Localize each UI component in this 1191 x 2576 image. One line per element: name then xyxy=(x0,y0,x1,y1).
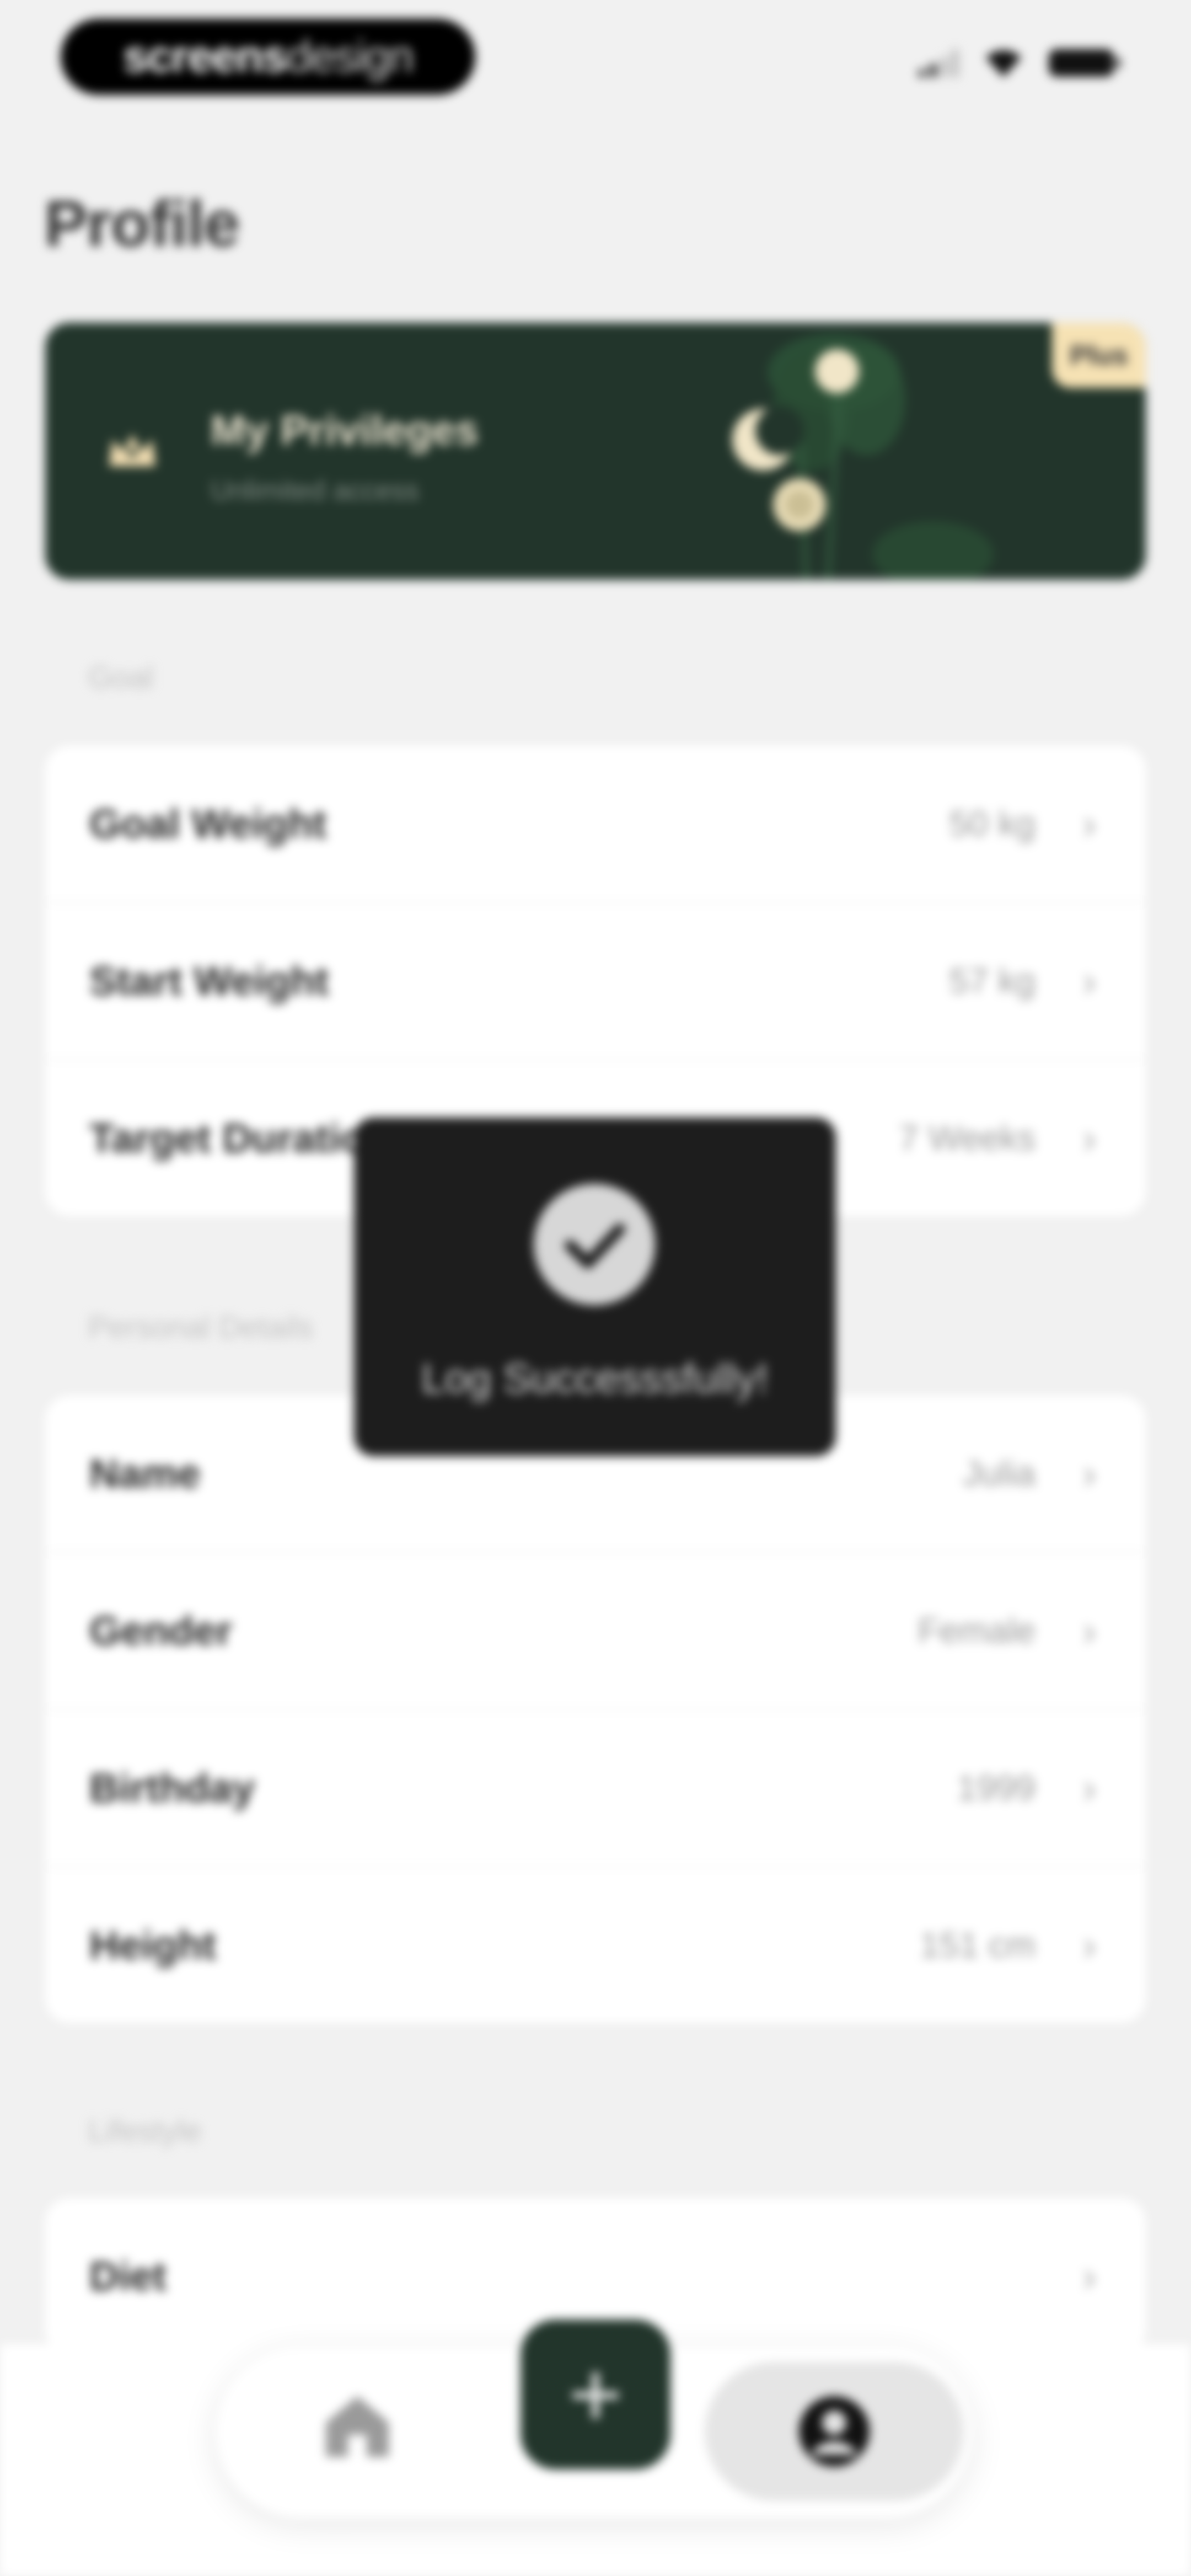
privileges-card[interactable]: My Privileges Unlimited access Plus xyxy=(45,323,1146,580)
row-label: Start Weight xyxy=(89,958,329,1004)
flower-illustration xyxy=(701,323,1010,580)
list-item[interactable]: Gender Female › xyxy=(45,1551,1146,1708)
list-item[interactable]: Height 151 cm › xyxy=(45,1866,1146,2023)
chevron-right-icon: › xyxy=(1082,1922,1096,1968)
chevron-right-icon: › xyxy=(1082,1607,1096,1654)
chevron-right-icon: › xyxy=(1082,958,1096,1004)
brand-watermark: screens design xyxy=(61,19,475,95)
add-button[interactable]: + xyxy=(521,2320,670,2470)
home-icon[interactable] xyxy=(323,2393,392,2462)
status-icons xyxy=(919,47,1120,78)
brand-part2: design xyxy=(286,31,414,82)
plus-icon: + xyxy=(568,2342,623,2447)
chevron-right-icon: › xyxy=(1082,1765,1096,1811)
section-header-personal: Personal Details xyxy=(88,1310,313,1344)
brand-part1: screens xyxy=(123,31,287,82)
profile-screen: screens design Profile My Privileges Unli… xyxy=(0,0,1191,2576)
profile-tab-button[interactable] xyxy=(705,2362,964,2501)
row-label: Gender xyxy=(89,1607,233,1654)
chevron-right-icon: › xyxy=(1082,800,1096,847)
plus-badge: Plus xyxy=(1052,323,1146,388)
signal-icon xyxy=(919,49,958,77)
privileges-subtitle: Unlimited access xyxy=(211,475,419,506)
wifi-icon xyxy=(983,47,1024,78)
toast-message: Log Successsfully! xyxy=(421,1355,769,1402)
row-value: 151 cm xyxy=(920,1925,1036,1965)
row-label: Name xyxy=(89,1450,201,1497)
chevron-right-icon: › xyxy=(1082,1450,1096,1497)
privileges-title: My Privileges xyxy=(211,407,479,454)
row-value: Julia xyxy=(963,1453,1036,1493)
row-value: 7 Weeks xyxy=(899,1118,1036,1158)
section-header-goal: Goal xyxy=(88,660,154,694)
list-item[interactable]: Goal Weight 50 kg › xyxy=(45,746,1146,901)
list-item[interactable]: Start Weight 57 kg › xyxy=(45,901,1146,1059)
crown-icon xyxy=(105,427,160,474)
row-value: 1999 xyxy=(957,1768,1036,1808)
battery-icon xyxy=(1049,49,1120,77)
personal-details-card: Name Julia › Gender Female › Birthday 19… xyxy=(45,1396,1146,2023)
chevron-right-icon: › xyxy=(1082,2253,1096,2299)
row-label: Goal Weight xyxy=(89,800,327,847)
row-label: Birthday xyxy=(89,1765,255,1811)
row-label: Height xyxy=(89,1922,217,1968)
chevron-right-icon: › xyxy=(1082,1115,1096,1161)
row-value: 50 kg xyxy=(949,804,1036,843)
row-value: Female xyxy=(918,1611,1036,1650)
list-item[interactable]: Birthday 1999 › xyxy=(45,1708,1146,1866)
success-toast: Log Successsfully! xyxy=(354,1118,836,1456)
check-icon xyxy=(534,1184,655,1305)
page-title: Profile xyxy=(44,188,240,260)
row-label: Diet xyxy=(89,2253,167,2299)
profile-icon xyxy=(799,2396,870,2467)
row-value: 57 kg xyxy=(949,961,1036,1001)
row-label: Target Duration xyxy=(89,1115,390,1161)
section-header-lifestyle: Lifestyle xyxy=(88,2113,202,2148)
